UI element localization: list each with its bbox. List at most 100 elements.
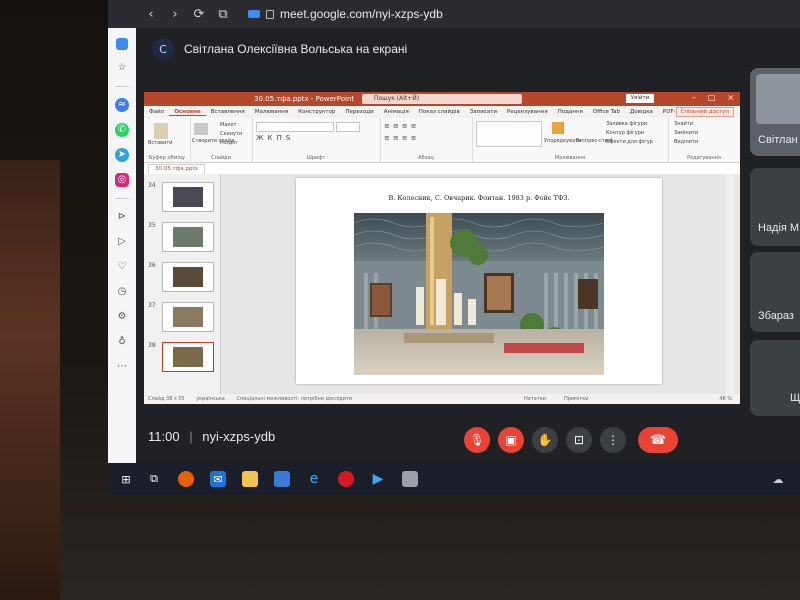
home-icon[interactable] <box>116 38 128 50</box>
comments-button[interactable]: Примітки <box>564 394 589 404</box>
clock-icon[interactable]: ◷ <box>115 285 129 299</box>
participant-tile[interactable]: Світлан <box>750 68 800 156</box>
find-button[interactable]: Знайти <box>674 121 693 127</box>
arrange-icon[interactable] <box>552 122 564 134</box>
current-slide[interactable]: В. Колесник, С. Овчарик. Фонтан. 1983 р.… <box>296 178 662 384</box>
ribbon-tab[interactable]: Конструктор <box>293 109 340 115</box>
whatsapp-icon[interactable]: ✆ <box>115 123 129 137</box>
replace-button[interactable]: Замінити <box>674 130 698 136</box>
messenger-icon[interactable]: ≈ <box>115 98 129 112</box>
raise-hand-button[interactable]: ✋ <box>532 427 558 453</box>
ppt-signin-button[interactable]: Увійти <box>626 94 654 103</box>
firefox-icon[interactable] <box>178 471 194 487</box>
font-format-buttons[interactable]: ЖКПS <box>256 134 294 142</box>
presenter-label: Світлана Олексіївна Вольська на екрані <box>184 42 408 56</box>
file-explorer-icon[interactable] <box>242 471 258 487</box>
edge-icon[interactable]: e <box>306 471 322 487</box>
select-button[interactable]: Виділити <box>674 139 698 145</box>
slide-thumbnail[interactable]: 35 <box>144 220 220 254</box>
new-slide-icon[interactable] <box>194 123 208 135</box>
ribbon-tab[interactable]: Показ слайдів <box>414 109 465 115</box>
reload-button[interactable]: ⟳ <box>192 7 206 22</box>
participant-tile[interactable]: Надія М <box>750 168 800 246</box>
play-icon[interactable]: ⊳ <box>115 210 129 224</box>
task-view-icon[interactable]: ⧉ <box>146 471 162 487</box>
cloud-icon[interactable]: ☁ <box>770 471 786 487</box>
more-options-button[interactable]: ⋮ <box>600 427 626 453</box>
ribbon-group-clipboard: Вставити Буфер обміну <box>144 118 191 162</box>
paste-button[interactable]: Вставити <box>148 140 173 146</box>
meeting-code: nyi-xzps-ydb <box>202 429 276 444</box>
bulb-icon[interactable]: ♁ <box>115 335 129 349</box>
instagram-icon[interactable]: ◎ <box>115 173 129 187</box>
ribbon-tab[interactable]: Рецензування <box>502 109 553 115</box>
ribbon-tab[interactable]: Записати <box>465 109 502 115</box>
slide-thumbnail[interactable]: 36 <box>144 260 220 294</box>
ppt-search-box[interactable]: Пошук (Alt+Й) <box>362 94 522 104</box>
zoom-level[interactable]: 48 % <box>719 394 732 404</box>
ribbon-tab[interactable]: Файл <box>144 109 169 115</box>
ribbon-tab[interactable]: Анімація <box>379 109 414 115</box>
notes-button[interactable]: Нотатки <box>524 394 546 404</box>
media-player-icon[interactable]: ▶ <box>370 471 386 487</box>
reset-button[interactable]: Скинути <box>220 131 242 137</box>
participant-tile[interactable]: Збараз <box>750 252 800 332</box>
present-button[interactable]: ⊡ <box>566 427 592 453</box>
mail-icon[interactable]: ✉ <box>210 471 226 487</box>
ribbon-tab[interactable]: Подання <box>553 109 588 115</box>
heart-icon[interactable]: ♡ <box>115 260 129 274</box>
ribbon-tab[interactable]: Основне <box>169 109 206 116</box>
forward-button[interactable]: › <box>168 7 182 22</box>
layout-button[interactable]: Макет <box>220 122 236 128</box>
vertical-scrollbar[interactable] <box>726 174 734 394</box>
tabs-icon[interactable]: ⧉ <box>216 7 230 22</box>
camera-off-button[interactable]: ▣ <box>498 427 524 453</box>
windows-start-icon[interactable]: ⊞ <box>118 471 134 487</box>
ribbon-group-editing: Знайти Замінити Виділити Редагування <box>668 118 740 162</box>
star-icon[interactable]: ☆ <box>115 61 129 75</box>
ribbon-tab[interactable]: Довідка <box>625 109 658 115</box>
back-button[interactable]: ‹ <box>144 7 158 22</box>
ribbon-tab[interactable]: Переходи <box>340 109 378 115</box>
ribbon-group-label: Шрифт <box>306 155 326 161</box>
ribbon-tab[interactable]: Малювання <box>250 109 293 115</box>
slide-number: 34 <box>148 182 156 189</box>
maximize-icon[interactable]: □ <box>708 93 716 102</box>
close-icon[interactable]: × <box>727 93 734 102</box>
meet-control-bar: 11:00 | nyi-xzps-ydb 🎙 ▣ ✋ ⊡ ⋮ ☎ <box>108 415 800 465</box>
ppt-share-button[interactable]: Спільний доступ <box>675 107 734 117</box>
section-button[interactable]: Розділ <box>220 140 237 146</box>
telegram-icon[interactable]: ➤ <box>115 148 129 162</box>
opera-icon[interactable] <box>338 471 354 487</box>
ribbon-tab[interactable]: Вставлення <box>206 109 250 115</box>
slide-thumbnail[interactable]: 34 <box>144 180 220 214</box>
more-icon[interactable]: ⋯ <box>115 360 129 374</box>
settings-icon[interactable]: ⚙ <box>115 310 129 324</box>
ribbon-tab[interactable]: Office Tab <box>588 109 625 115</box>
minimize-icon[interactable]: – <box>692 93 696 102</box>
participant-video <box>756 74 800 124</box>
paste-icon[interactable] <box>154 123 168 139</box>
address-bar[interactable]: meet.google.com/nyi-xzps-ydb <box>248 7 443 21</box>
mic-off-icon: 🎙 <box>469 433 485 447</box>
font-name-field[interactable] <box>256 122 334 132</box>
shape-effects-button[interactable]: Ефекти для фігур <box>606 139 653 145</box>
document-icon[interactable] <box>402 471 418 487</box>
leave-call-button[interactable]: ☎ <box>638 427 678 453</box>
shape-outline-button[interactable]: Контур фігури <box>606 130 644 136</box>
participant-tile[interactable]: Ще <box>750 340 800 416</box>
mic-off-button[interactable]: 🎙 <box>464 427 490 453</box>
slide-thumbnail[interactable]: 38 <box>144 340 220 374</box>
slide-number: 38 <box>148 342 156 349</box>
shapes-gallery[interactable] <box>476 121 542 147</box>
ribbon-group-drawing: Упорядкувати Експрес-стилі Заливка фігур… <box>472 118 669 162</box>
slide-thumbnail[interactable]: 37 <box>144 300 220 334</box>
presentation-header: C Світлана Олексіївна Вольська на екрані <box>152 38 407 60</box>
align-buttons[interactable]: ≡≡≡≡ <box>384 134 419 142</box>
list-buttons[interactable]: ≡≡≡≡ <box>384 122 419 130</box>
store-icon[interactable] <box>274 471 290 487</box>
accessibility-status[interactable]: Спеціальні можливості: потрібно дослідит… <box>236 396 352 402</box>
font-size-field[interactable] <box>336 122 360 132</box>
shape-fill-button[interactable]: Заливка фігури <box>606 121 647 127</box>
send-icon[interactable]: ▷ <box>115 235 129 249</box>
